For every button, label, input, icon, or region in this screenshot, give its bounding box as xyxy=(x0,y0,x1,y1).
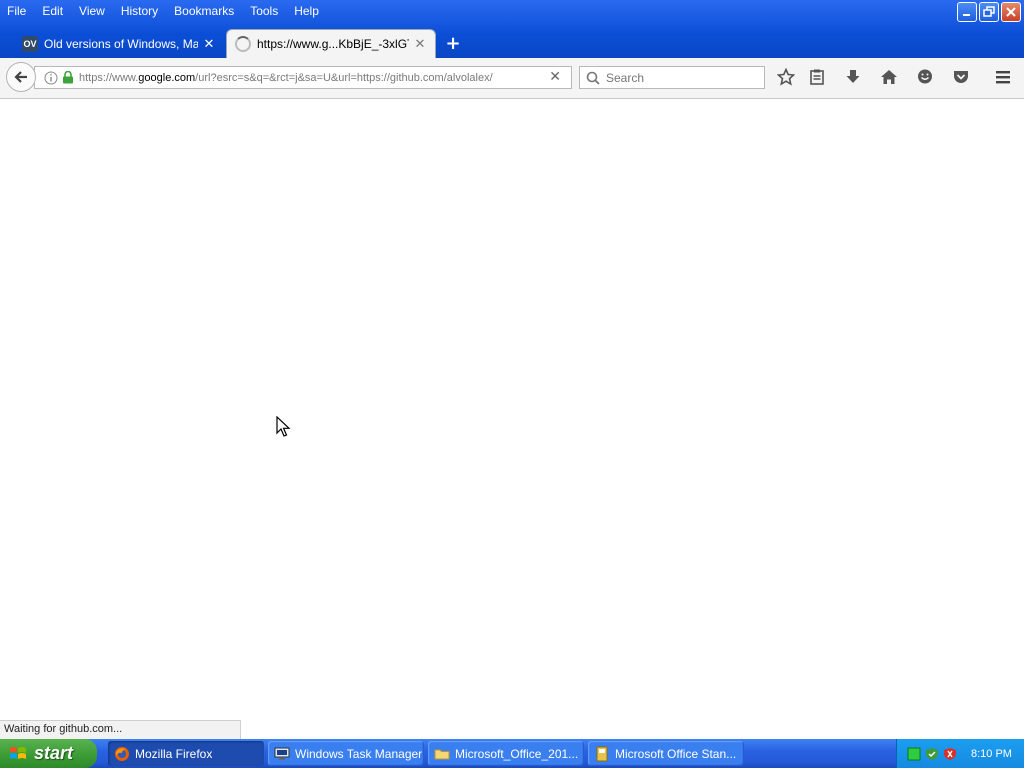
menu-tools[interactable]: Tools xyxy=(242,4,286,18)
firefox-icon xyxy=(115,746,129,761)
lock-icon[interactable] xyxy=(61,71,75,85)
home-icon xyxy=(881,70,897,84)
taskbar-label: Mozilla Firefox xyxy=(135,746,213,761)
taskbar-label: Windows Task Manager xyxy=(295,746,423,761)
loading-spinner-icon xyxy=(235,36,251,52)
menu-file[interactable]: File xyxy=(0,4,34,18)
tab-google-redirect[interactable]: https://www.g...KbBjE_-3xlGTo ✕ xyxy=(226,29,436,58)
ov-favicon-icon: OV xyxy=(22,35,38,52)
installer-icon xyxy=(596,746,608,761)
url-path: /url?esrc=s&q=&rct=j&sa=U&url=https://gi… xyxy=(195,71,493,84)
status-bar: Waiting for github.com... xyxy=(0,720,241,739)
plus-icon: + xyxy=(445,33,461,54)
tab-close-icon[interactable]: ✕ xyxy=(202,36,216,52)
url-bar[interactable]: https://www.google.com/url?esrc=s&q=&rct… xyxy=(34,66,572,89)
menu-history[interactable]: History xyxy=(113,4,166,18)
pocket-icon xyxy=(954,71,968,83)
taskbar-label: Microsoft Office Stan... xyxy=(615,746,737,761)
tab-title: https://www.g...KbBjE_-3xlGTo xyxy=(257,37,409,51)
taskbar-item-office-installer[interactable]: Microsoft Office Stan... xyxy=(588,741,744,766)
pocket-button[interactable] xyxy=(951,67,971,87)
home-button[interactable] xyxy=(879,67,899,87)
folder-icon xyxy=(434,749,450,759)
computer-monitor-icon xyxy=(274,747,290,760)
search-input[interactable]: Search xyxy=(579,66,765,89)
page-content xyxy=(0,99,1024,720)
url-domain: google.com xyxy=(138,71,196,84)
url-text[interactable]: https://www.google.com/url?esrc=s&q=&rct… xyxy=(79,72,529,84)
close-window-button[interactable] xyxy=(1001,2,1021,22)
start-label: start xyxy=(34,743,74,763)
restore-icon xyxy=(983,6,995,17)
back-arrow-icon xyxy=(14,71,27,83)
download-arrow-icon xyxy=(846,70,860,83)
network-status-icon[interactable] xyxy=(907,747,921,761)
taskbar-item-task-manager[interactable]: Windows Task Manager xyxy=(268,741,424,766)
security-shield-icon[interactable] xyxy=(925,747,939,761)
taskbar-label: Microsoft_Office_201... xyxy=(455,746,579,761)
chat-smiley-icon xyxy=(918,69,932,84)
alert-shield-icon[interactable] xyxy=(943,747,957,761)
navigation-toolbar: https://www.google.com/url?esrc=s&q=&rct… xyxy=(0,58,1024,99)
taskbar: start Mozilla Firefox Windows Task Manag… xyxy=(0,739,1024,768)
menu-view[interactable]: View xyxy=(71,4,113,18)
stop-loading-icon[interactable]: ✕ xyxy=(549,69,561,85)
start-button[interactable]: start xyxy=(0,739,97,768)
star-icon xyxy=(777,68,795,86)
window-controls xyxy=(957,2,1021,22)
clock[interactable]: 8:10 PM xyxy=(971,748,1012,760)
new-tab-button[interactable]: + xyxy=(444,29,462,58)
info-icon[interactable] xyxy=(43,70,59,86)
minimize-icon xyxy=(963,14,970,16)
menu-edit[interactable]: Edit xyxy=(34,4,71,18)
bookmarks-menu-button[interactable] xyxy=(807,67,827,87)
tab-close-icon[interactable]: ✕ xyxy=(413,36,427,52)
hamburger-icon xyxy=(996,71,1010,84)
tab-old-versions[interactable]: OV Old versions of Windows, Ma... ✕ xyxy=(14,29,224,58)
menu-help[interactable]: Help xyxy=(286,4,327,18)
browser-chrome: File Edit View History Bookmarks Tools H… xyxy=(0,0,1024,99)
taskbar-item-folder[interactable]: Microsoft_Office_201... xyxy=(428,741,584,766)
hello-button[interactable] xyxy=(915,67,935,87)
windows-logo-icon xyxy=(10,746,26,759)
tab-strip: OV Old versions of Windows, Ma... ✕ http… xyxy=(0,29,1024,58)
close-icon xyxy=(1006,7,1016,17)
hamburger-menu-button[interactable] xyxy=(993,67,1013,87)
tab-title: Old versions of Windows, Ma... xyxy=(44,36,198,51)
downloads-button[interactable] xyxy=(843,67,863,87)
menu-bar: File Edit View History Bookmarks Tools H… xyxy=(0,0,327,22)
mouse-cursor-icon xyxy=(276,416,291,437)
bookmark-star-button[interactable] xyxy=(776,67,796,87)
search-icon xyxy=(586,71,600,85)
back-button[interactable] xyxy=(6,62,36,92)
clipboard-icon xyxy=(810,69,824,85)
search-placeholder: Search xyxy=(606,70,645,85)
restore-button[interactable] xyxy=(979,2,999,22)
system-tray: 8:10 PM xyxy=(896,739,1024,768)
taskbar-item-firefox[interactable]: Mozilla Firefox xyxy=(108,741,264,766)
url-prefix: https://www. xyxy=(79,71,139,84)
minimize-button[interactable] xyxy=(957,2,977,22)
menu-bookmarks[interactable]: Bookmarks xyxy=(166,4,242,18)
